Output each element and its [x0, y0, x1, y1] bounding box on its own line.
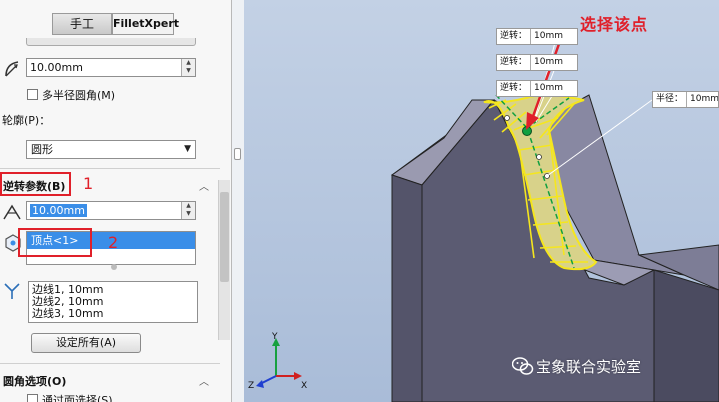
tab-filletxpert[interactable]: FilletXpert	[112, 13, 179, 35]
through-face-checkbox[interactable]	[27, 394, 38, 402]
setback-distance-input[interactable]: 10.00mm ▲ ▼	[26, 201, 196, 220]
setback-distance-value: 10.00mm	[30, 204, 87, 217]
collapsed-panel-edge	[26, 38, 196, 46]
callout-value: 10mm	[534, 31, 564, 41]
chevron-up-icon[interactable]: ︿	[199, 178, 209, 193]
panel-scrollbar[interactable]	[218, 180, 230, 340]
radius-input[interactable]: 10.00mm ▲ ▼	[26, 58, 196, 77]
fillet-options-section-title[interactable]: 圆角选项(O)	[3, 373, 66, 389]
triad-z-label: Z	[248, 381, 255, 391]
annotation-box-2	[18, 228, 92, 257]
triad-x-label: X	[301, 381, 308, 391]
through-face-label: 通过面选择(S)	[42, 394, 113, 402]
triad-y-label: Y	[272, 332, 278, 342]
block-right-face[interactable]	[653, 269, 719, 402]
radius-callout[interactable]: 半径： 10mm	[652, 91, 719, 108]
setback-callout-3[interactable]: 逆转： 10mm	[496, 80, 578, 97]
edge-setback-icon	[4, 283, 20, 299]
chevron-down-icon: ▼	[184, 144, 191, 154]
chevron-up-icon[interactable]: ︿	[199, 373, 209, 388]
callout-value: 10mm	[690, 94, 719, 104]
handle-point[interactable]	[536, 154, 542, 160]
graphics-viewport[interactable]: Y X Z 逆转： 10mm 逆转： 10mm 逆转： 10mm 半径： 10mm 选择…	[244, 0, 719, 402]
callout-label: 逆转：	[497, 55, 532, 70]
annotation-pointer-text: 选择该点	[580, 15, 649, 34]
tab-manual[interactable]: 手工	[52, 13, 112, 35]
callout-value: 10mm	[534, 83, 564, 93]
setback-callout-2[interactable]: 逆转： 10mm	[496, 54, 578, 71]
property-manager: 手工 FilletXpert 10.00mm ▲ ▼ 多半径圆角(M) 轮廓(P)…	[0, 0, 232, 402]
setback-callout-1[interactable]: 逆转： 10mm	[496, 28, 578, 45]
handle-point[interactable]	[504, 115, 510, 121]
profile-label: 轮廓(P)：	[2, 114, 51, 127]
divider	[0, 363, 220, 364]
divider	[0, 168, 220, 169]
scrollbar-thumb[interactable]	[220, 192, 229, 282]
edge-setback-list[interactable]: 边线1, 10mm 边线2, 10mm 边线3, 10mm	[28, 281, 198, 323]
panel-splitter	[232, 0, 244, 402]
annotation-number-1: 1	[83, 174, 94, 193]
callout-label: 半径：	[653, 92, 688, 107]
callout-label: 逆转：	[497, 81, 532, 96]
radius-value: 10.00mm	[30, 61, 83, 74]
set-all-button[interactable]: 设定所有(A)	[31, 333, 141, 353]
list-resize-handle[interactable]	[111, 264, 117, 270]
block-front-face[interactable]	[391, 174, 423, 402]
profile-selected: 圆形	[31, 143, 53, 156]
axis-triad	[256, 338, 302, 388]
radius-icon	[5, 61, 19, 77]
callout-label: 逆转：	[497, 29, 532, 44]
setback-distance-icon	[3, 204, 21, 220]
multi-radius-label: 多半径圆角(M)	[42, 89, 116, 102]
setback-distance-spinner[interactable]: ▲ ▼	[181, 202, 195, 219]
annotation-box-1	[0, 172, 71, 196]
list-item[interactable]: 边线3, 10mm	[32, 308, 194, 320]
annotation-number-2: 2	[108, 233, 119, 252]
watermark-text: 宝象联合实验室	[536, 358, 642, 376]
callout-value: 10mm	[534, 57, 564, 67]
wechat-icon	[512, 357, 534, 375]
profile-select[interactable]: 圆形 ▼	[26, 140, 196, 159]
radius-spinner[interactable]: ▲ ▼	[181, 59, 195, 76]
model-view	[256, 29, 719, 402]
splitter-handle[interactable]	[234, 148, 241, 160]
multi-radius-checkbox[interactable]	[27, 89, 38, 100]
